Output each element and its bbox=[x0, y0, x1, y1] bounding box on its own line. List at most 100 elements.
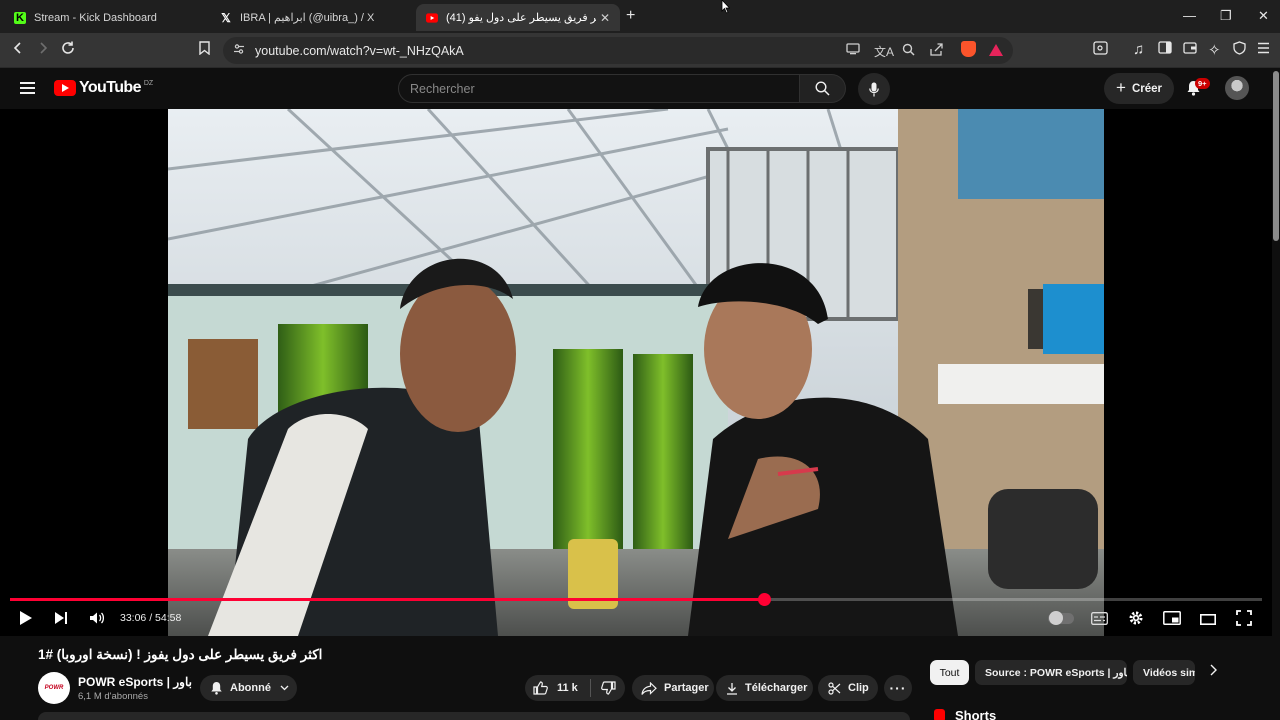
plus-icon: + bbox=[1116, 77, 1126, 97]
settings-gear-icon[interactable] bbox=[1128, 610, 1144, 631]
share-arrow-icon bbox=[641, 681, 657, 695]
youtube-logo[interactable]: YouTube DZ bbox=[54, 79, 153, 97]
channel-avatar-text: POWR bbox=[44, 685, 64, 691]
mouse-cursor-icon bbox=[721, 0, 730, 14]
progress-bar[interactable] bbox=[10, 593, 1262, 606]
wallet-icon[interactable] bbox=[1183, 41, 1197, 58]
vpn-icon[interactable] bbox=[1233, 41, 1246, 59]
subscribed-button[interactable]: Abonné bbox=[200, 675, 297, 701]
site-settings-icon[interactable] bbox=[233, 43, 245, 58]
channel-name[interactable]: POWR eSports | باور bbox=[78, 675, 192, 689]
shorts-heading: Shorts bbox=[934, 708, 996, 720]
more-horizontal-icon: ··· bbox=[889, 680, 907, 696]
subtitles-icon[interactable] bbox=[1091, 612, 1108, 630]
brave-shields-icon[interactable] bbox=[961, 41, 976, 57]
page-scrollbar[interactable] bbox=[1272, 68, 1280, 720]
chevron-right-icon[interactable] bbox=[1209, 664, 1217, 679]
like-divider bbox=[589, 679, 591, 697]
share-icon[interactable] bbox=[930, 43, 943, 59]
subscriber-count: 6,1 M d'abonnés bbox=[78, 691, 148, 702]
cast-icon[interactable] bbox=[846, 43, 860, 58]
miniplayer-icon[interactable] bbox=[1163, 611, 1181, 630]
video-title: اكثر فريق يسيطر على دول يفوز ! (نسخة اور… bbox=[38, 647, 323, 662]
browser-tab-youtube[interactable]: (41) اكثر فريق يسيطر على دول يفو ✕ bbox=[416, 4, 620, 31]
youtube-icon bbox=[426, 12, 438, 24]
tab-title: (41) اكثر فريق يسيطر على دول يفو bbox=[446, 12, 596, 24]
translate-icon[interactable]: 文A bbox=[874, 43, 894, 60]
zoom-icon[interactable] bbox=[902, 43, 915, 59]
shorts-icon bbox=[934, 709, 945, 720]
search-icon bbox=[815, 81, 830, 96]
kick-icon: K bbox=[14, 11, 26, 24]
microphone-icon bbox=[869, 82, 879, 96]
address-bar[interactable]: youtube.com/watch?v=wt-_NHzQAkA 文A bbox=[223, 37, 1013, 64]
share-button[interactable]: Partager bbox=[632, 675, 714, 701]
bookmark-icon[interactable] bbox=[199, 41, 210, 59]
reload-icon[interactable] bbox=[61, 41, 75, 59]
progress-scrubber[interactable] bbox=[758, 593, 771, 606]
channel-avatar[interactable]: POWR bbox=[38, 672, 70, 704]
back-icon[interactable] bbox=[12, 41, 24, 59]
clip-button[interactable]: Clip bbox=[818, 675, 878, 701]
search-input[interactable] bbox=[399, 75, 799, 102]
tab-title: Stream - Kick Dashboard bbox=[34, 11, 157, 24]
close-tab-icon[interactable]: ✕ bbox=[600, 11, 610, 25]
time-display: 33:06 / 54:58 bbox=[120, 612, 182, 624]
autoplay-toggle[interactable] bbox=[1048, 611, 1074, 625]
fullscreen-icon[interactable] bbox=[1236, 610, 1252, 631]
forward-icon[interactable] bbox=[37, 41, 49, 59]
restore-icon[interactable]: ❐ bbox=[1220, 8, 1232, 24]
new-tab-button[interactable]: + bbox=[626, 7, 635, 25]
description-box[interactable] bbox=[38, 712, 910, 720]
video-scene-image bbox=[168, 109, 1104, 636]
tab-search-icon[interactable] bbox=[1093, 41, 1108, 59]
dislike-button[interactable] bbox=[600, 681, 616, 695]
youtube-play-icon bbox=[54, 80, 76, 96]
url-text: youtube.com/watch?v=wt-_NHzQAkA bbox=[255, 44, 464, 58]
notification-count-badge: 9+ bbox=[1195, 78, 1210, 89]
download-icon bbox=[726, 682, 738, 695]
browser-tab-strip: K Stream - Kick Dashboard 𝕏 IBRA | ابراه… bbox=[0, 0, 1280, 33]
guide-menu-icon[interactable] bbox=[20, 82, 35, 97]
bell-icon bbox=[210, 681, 223, 695]
shorts-label: Shorts bbox=[955, 708, 997, 720]
scissors-icon bbox=[828, 681, 841, 695]
brave-rewards-icon[interactable] bbox=[989, 44, 1003, 56]
thumbs-down-icon bbox=[600, 681, 616, 695]
close-window-icon[interactable]: ✕ bbox=[1258, 8, 1269, 24]
browser-toolbar: youtube.com/watch?v=wt-_NHzQAkA 文A ♫ ✧ bbox=[0, 33, 1280, 68]
chip-similar-videos[interactable]: Vidéos similaires bbox=[1133, 660, 1195, 685]
clip-label: Clip bbox=[848, 682, 869, 694]
create-button[interactable]: + Créer bbox=[1104, 73, 1174, 104]
minimize-icon[interactable]: — bbox=[1183, 8, 1196, 23]
browser-tab-x[interactable]: 𝕏 IBRA | ابراهيم (@uibra_) / X bbox=[210, 4, 414, 31]
theater-mode-icon[interactable] bbox=[1200, 612, 1216, 630]
x-icon: 𝕏 bbox=[221, 10, 231, 25]
chip-source-channel[interactable]: Source : POWR eSports | باور bbox=[975, 660, 1127, 685]
video-frame[interactable] bbox=[168, 109, 1104, 636]
like-dislike-group: 11 k bbox=[525, 675, 625, 701]
media-icon[interactable]: ♫ bbox=[1133, 41, 1144, 58]
browser-tab-kick[interactable]: K Stream - Kick Dashboard bbox=[4, 4, 208, 31]
like-button[interactable]: 11 k bbox=[533, 681, 578, 695]
download-label: Télécharger bbox=[745, 682, 808, 694]
tab-title: IBRA | ابراهيم (@uibra_) / X bbox=[240, 12, 375, 24]
play-icon[interactable] bbox=[19, 610, 33, 631]
like-count: 11 k bbox=[557, 682, 578, 694]
logo-text: YouTube bbox=[79, 79, 141, 96]
leo-ai-icon[interactable]: ✧ bbox=[1208, 41, 1221, 59]
account-avatar[interactable] bbox=[1225, 76, 1249, 100]
youtube-masthead: YouTube DZ + Créer 9+ bbox=[0, 68, 1280, 109]
more-actions-button[interactable]: ··· bbox=[884, 675, 912, 701]
menu-icon[interactable] bbox=[1257, 41, 1270, 58]
scrollbar-thumb[interactable] bbox=[1273, 71, 1279, 241]
download-button[interactable]: Télécharger bbox=[716, 675, 813, 701]
search-button[interactable] bbox=[800, 74, 846, 103]
voice-search-button[interactable] bbox=[858, 73, 890, 105]
next-icon[interactable] bbox=[54, 611, 68, 630]
sidebar-icon[interactable] bbox=[1158, 41, 1172, 58]
video-player[interactable]: 33:06 / 54:58 bbox=[0, 109, 1280, 636]
share-label: Partager bbox=[664, 682, 709, 694]
chip-all[interactable]: Tout bbox=[930, 660, 969, 685]
volume-icon[interactable] bbox=[89, 611, 105, 630]
